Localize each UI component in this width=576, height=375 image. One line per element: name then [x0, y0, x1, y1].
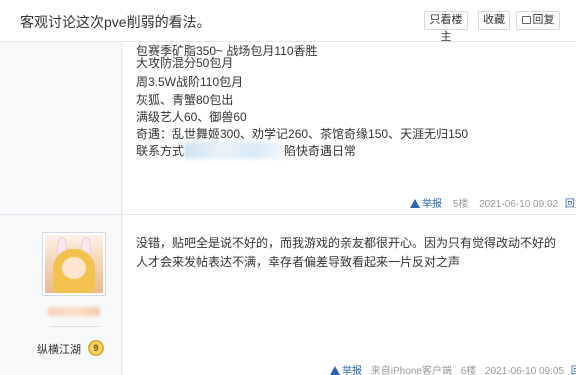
- reply-icon: [521, 16, 531, 24]
- reply-link[interactable]: 回复: [565, 199, 576, 210]
- redacted-username[interactable]: [48, 307, 100, 316]
- user-level-name: 纵横江湖: [37, 344, 81, 356]
- level-badge: 9: [88, 340, 104, 356]
- post-line: 周3.5W战阶110包月: [136, 75, 244, 89]
- only-author-button[interactable]: 只看楼主: [424, 11, 468, 43]
- avatar[interactable]: [42, 232, 106, 296]
- report-link[interactable]: 举报: [410, 199, 442, 210]
- thread-header: 客观讨论这次pve削弱的看法。 只看楼主 收藏 回复: [0, 0, 576, 43]
- reply-button[interactable]: 回复: [516, 11, 560, 30]
- redacted-contact: [184, 142, 284, 159]
- post-footer: 举报 5楼 2021-06-10 09:02 回复: [410, 195, 576, 210]
- post-time: 2021-06-10 09:02: [479, 199, 559, 210]
- warning-icon: [330, 366, 340, 375]
- report-label: 举报: [422, 199, 442, 210]
- post-time: 2021-06-10 09:05: [485, 366, 565, 375]
- username-underline: [50, 326, 100, 327]
- post-line: 奇遇：乱世舞姬300、劝学记260、茶馆奇缘150、天涯无归150: [136, 127, 469, 141]
- contact-tail: 陷快奇遇日常: [284, 144, 357, 158]
- floor-number: 6楼: [460, 366, 477, 375]
- floor-number: 5楼: [452, 199, 469, 210]
- avatar-image: [45, 235, 103, 293]
- reply-button-label: 回复: [532, 14, 555, 26]
- post-line: 满级艺人60、御兽60: [136, 110, 247, 124]
- post-line: 大攻防混分50包月: [136, 56, 234, 70]
- post-line: 灰狐、青蟹80包出: [136, 93, 234, 107]
- post-author-column: [0, 42, 122, 214]
- post-footer: 举报 来自iPhone客户端 6楼 2021-06-10 09:05 回复: [330, 362, 576, 375]
- report-link[interactable]: 举报: [330, 366, 362, 375]
- warning-icon: [410, 199, 420, 208]
- contact-line: 联系方式： 陷快奇遇日常: [136, 142, 356, 159]
- reply-link[interactable]: 回复: [571, 366, 576, 375]
- client-source: 来自iPhone客户端: [370, 366, 452, 375]
- report-label: 举报: [342, 366, 362, 375]
- post-content: 没错，贴吧全是说不好的，而我游戏的亲友都很开心。因为只有觉得改动不好的人才会来发…: [136, 236, 557, 269]
- favorite-button[interactable]: 收藏: [478, 11, 510, 30]
- thread-title: 客观讨论这次pve削弱的看法。: [20, 14, 211, 30]
